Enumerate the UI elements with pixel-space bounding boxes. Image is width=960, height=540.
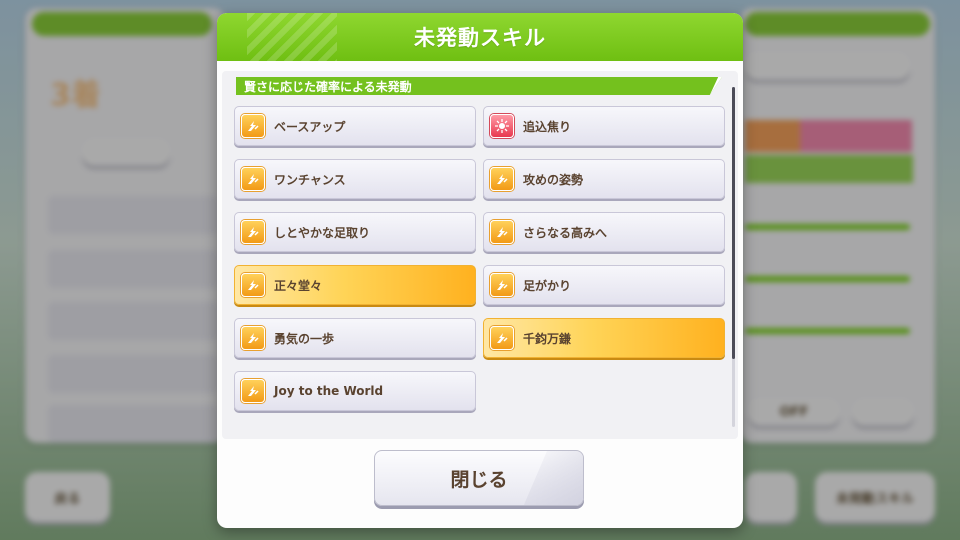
skill-tile[interactable]: 攻めの姿勢 — [483, 159, 725, 199]
speed-up-icon — [490, 167, 514, 191]
dialog-header: 未発動スキル — [217, 13, 743, 61]
skill-tile[interactable]: Joy to the World — [234, 371, 476, 411]
skill-label: さらなる高みへ — [523, 225, 608, 240]
speed-up-icon — [241, 379, 265, 403]
skill-label: Joy to the World — [274, 384, 384, 398]
speed-up-icon — [241, 273, 265, 297]
speed-up-icon — [241, 167, 265, 191]
unactivated-skills-dialog: 未発動スキル 賢さに応じた確率による未発動 ベースアップ 追込焦りワンチャンス 攻め… — [217, 13, 743, 528]
skill-tile[interactable]: 千鈞万鎌 — [483, 318, 725, 358]
speed-up-icon — [490, 326, 514, 350]
speed-up-icon — [241, 114, 265, 138]
skill-list-panel[interactable]: 賢さに応じた確率による未発動 ベースアップ 追込焦りワンチャンス 攻めの姿勢しとやか… — [222, 71, 738, 439]
section-title: 賢さに応じた確率による未発動 — [244, 79, 412, 94]
skill-tile[interactable]: ベースアップ — [234, 106, 476, 146]
skill-label: 攻めの姿勢 — [523, 172, 584, 187]
speed-up-icon — [490, 273, 514, 297]
close-button-label: 閉じる — [450, 468, 508, 491]
close-button[interactable]: 閉じる — [374, 450, 584, 506]
speed-up-icon — [241, 220, 265, 244]
skill-tile[interactable]: ワンチャンス — [234, 159, 476, 199]
dialog-title: 未発動スキル — [414, 26, 546, 50]
skill-tile[interactable]: さらなる高みへ — [483, 212, 725, 252]
skill-label: 正々堂々 — [274, 278, 323, 293]
scrollbar-thumb[interactable] — [732, 87, 735, 359]
skill-label: しとやかな足取り — [274, 225, 371, 240]
skill-tile[interactable]: 追込焦り — [483, 106, 725, 146]
skill-tile[interactable]: しとやかな足取り — [234, 212, 476, 252]
skill-label: 千鈞万鎌 — [523, 331, 572, 346]
button-gloss — [523, 451, 583, 505]
skill-label: ベースアップ — [274, 119, 346, 134]
speed-up-icon — [241, 326, 265, 350]
skill-tile[interactable]: 正々堂々 — [234, 265, 476, 305]
skill-label: 勇気の一歩 — [274, 331, 335, 346]
skill-label: 足がかり — [523, 278, 572, 293]
skill-label: 追込焦り — [523, 119, 572, 134]
skill-tile[interactable]: 勇気の一歩 — [234, 318, 476, 358]
speed-up-icon — [490, 220, 514, 244]
section-header: 賢さに応じた確率による未発動 — [236, 77, 722, 95]
debuff-icon — [490, 114, 514, 138]
header-stripe-decoration — [247, 13, 337, 61]
skill-tile[interactable]: 足がかり — [483, 265, 725, 305]
skill-label: ワンチャンス — [274, 172, 346, 187]
